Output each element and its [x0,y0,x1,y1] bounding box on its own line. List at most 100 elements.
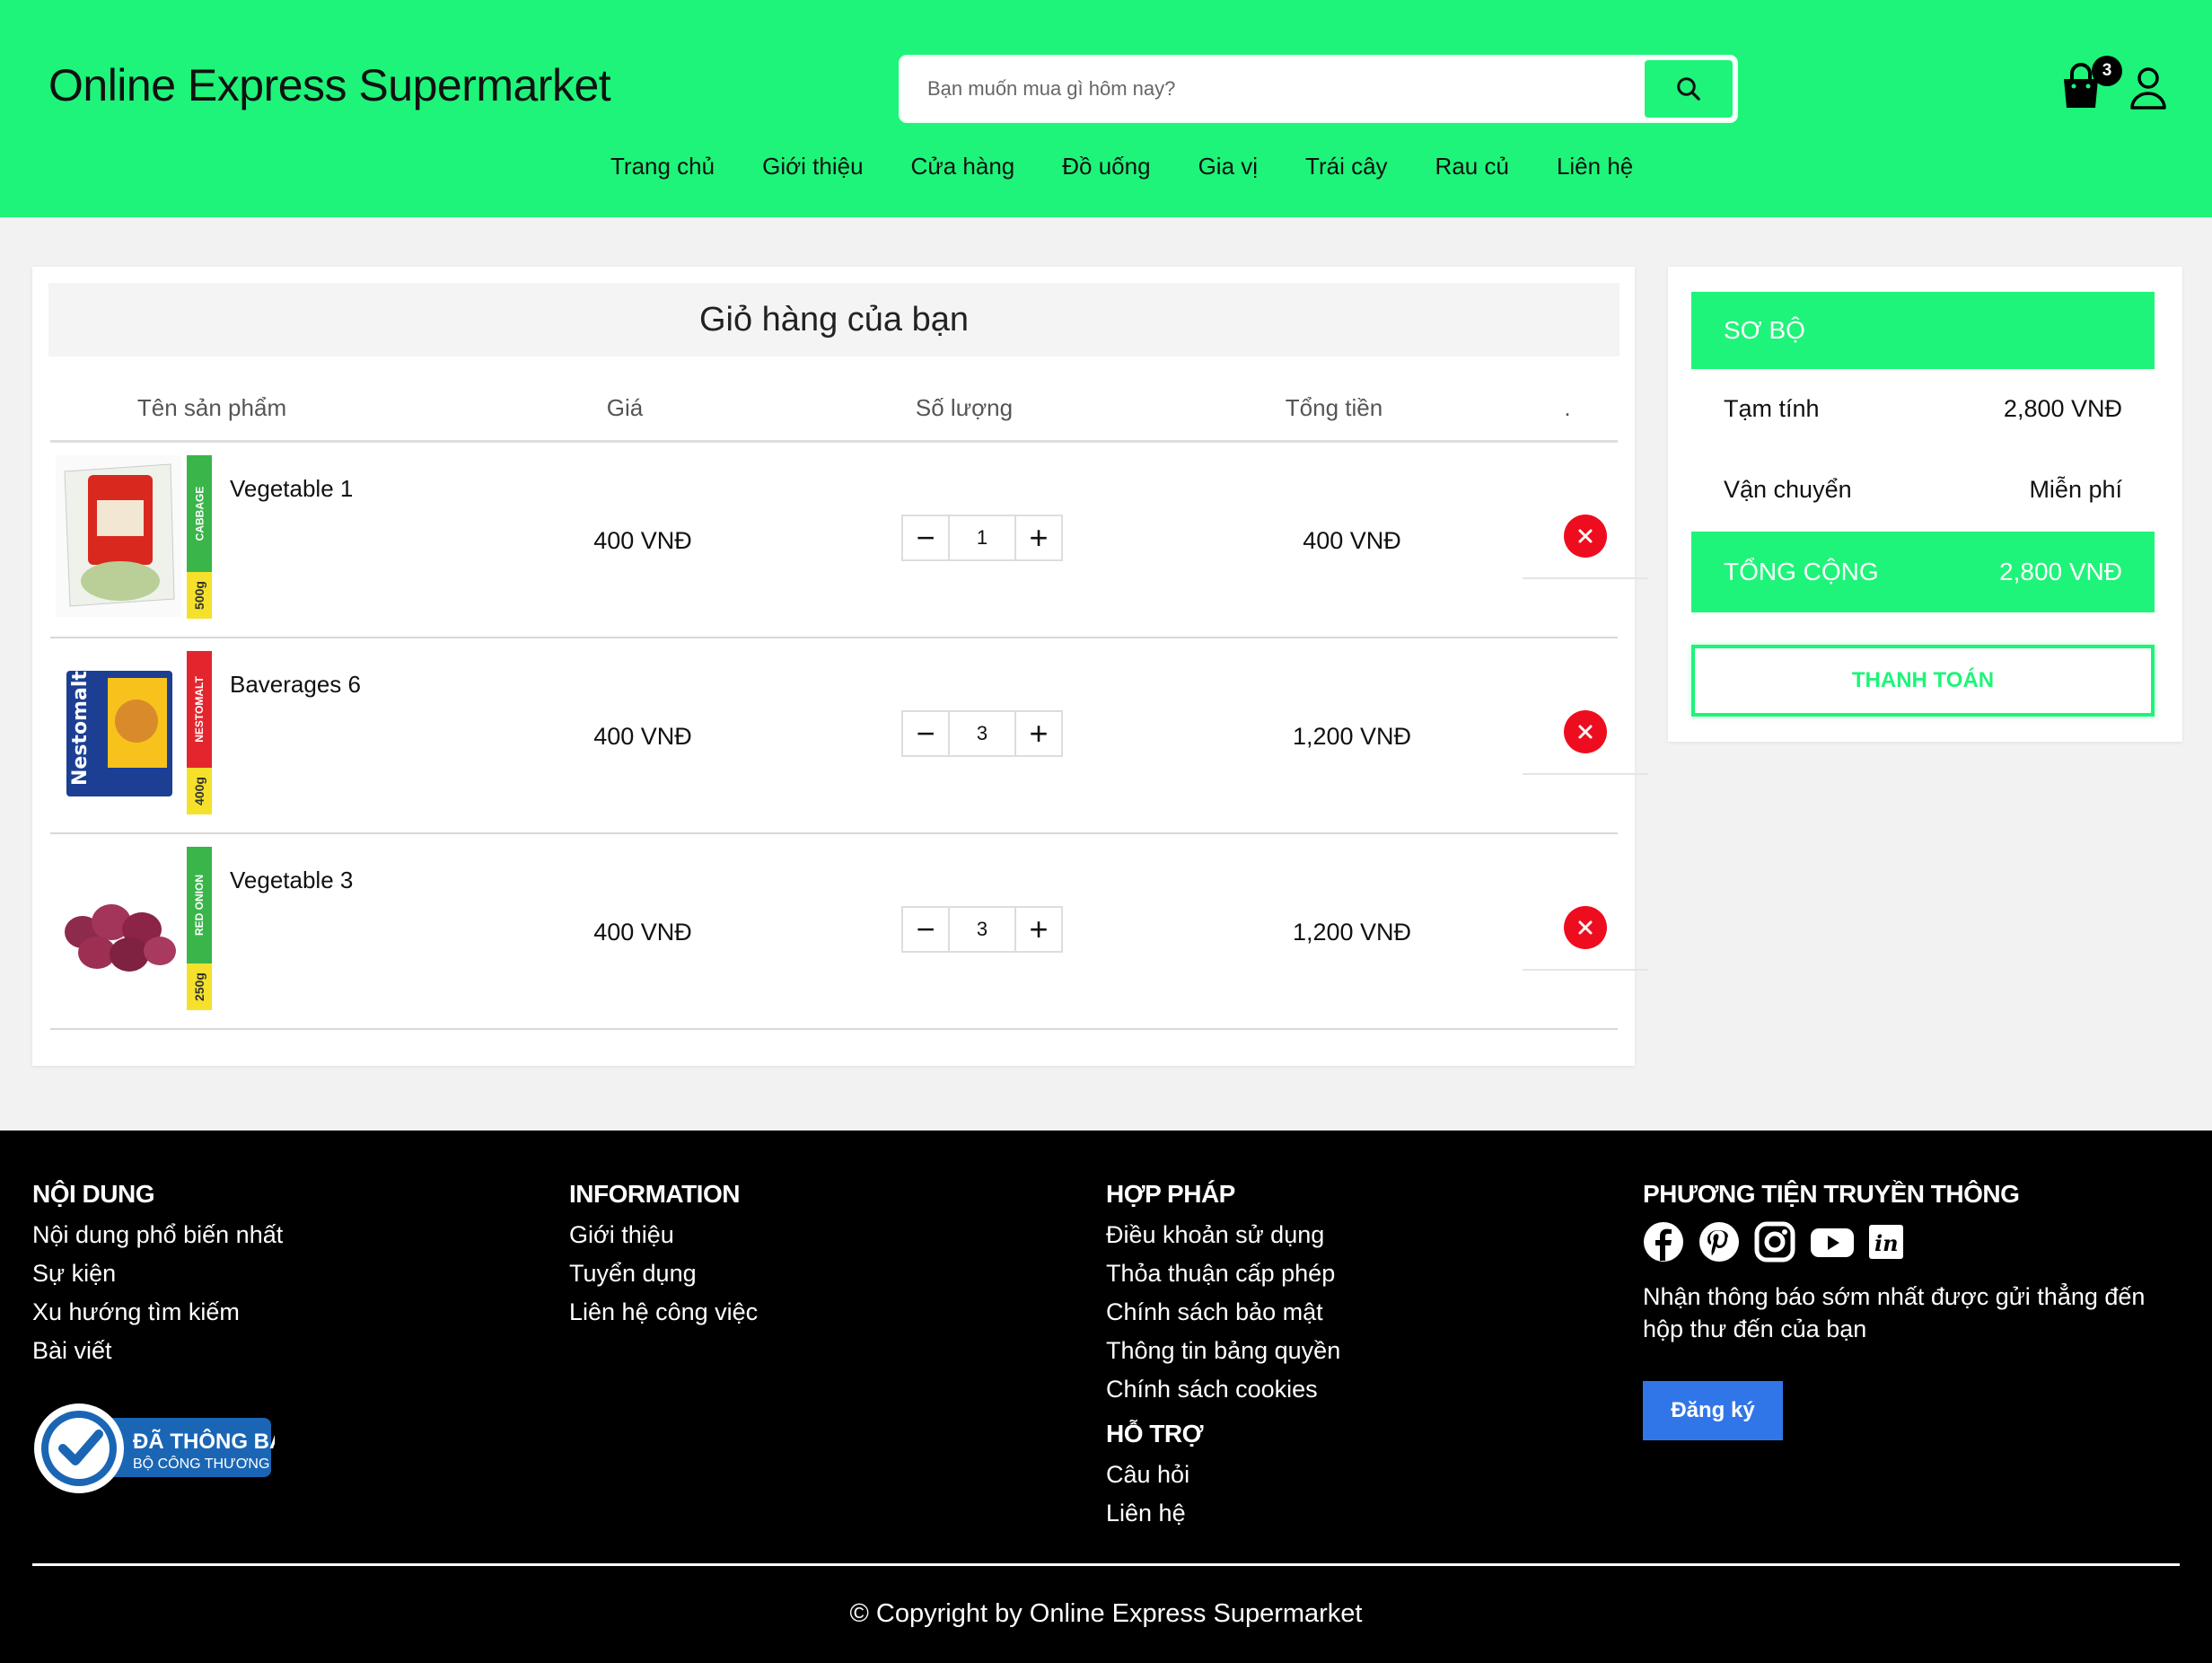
main-nav: Trang chủ Giới thiệu Cửa hàng Đồ uống Gi… [610,153,1681,180]
footer-link[interactable]: Sự kiện [32,1254,283,1293]
quantity-stepper: − 1 + [901,515,1063,561]
newsletter-note: Nhận thông báo sớm nhất được gửi thẳng đ… [1643,1283,2146,1342]
footer-link[interactable]: Xu hướng tìm kiếm [32,1293,283,1332]
decrease-button[interactable]: − [903,712,948,755]
product-price: 400 VNĐ [593,919,692,946]
quantity-value[interactable]: 3 [948,712,1016,755]
shipping-row: Vận chuyển Miễn phí [1691,462,2155,516]
increase-button[interactable]: + [1016,908,1061,951]
cart-panel: Giỏ hàng của bạn Tên sản phẩm Giá Số lượ… [32,267,1648,1066]
footer-divider [32,1563,2180,1566]
nav-fruits[interactable]: Trái cây [1305,153,1388,180]
remove-button[interactable] [1564,515,1607,558]
subtotal-row: Tạm tính 2,800 VNĐ [1691,382,2155,436]
checkout-button[interactable]: THANH TOÁN [1691,645,2155,717]
total-label: TỔNG CỘNG [1724,558,1879,585]
decrease-button[interactable]: − [903,516,948,559]
cart-title-bar: Giỏ hàng của bạn [48,283,1620,356]
badge-line1: ĐÃ THÔNG BÁO [133,1429,275,1454]
footer-link[interactable]: Bài viết [32,1332,283,1370]
product-tag: RED ONION 250g [187,847,212,1010]
product-price: 400 VNĐ [593,527,692,554]
search-input[interactable] [927,60,1619,118]
product-weight: 400g [192,777,207,805]
footer-link[interactable]: Liên hệ [1106,1494,1340,1533]
nav-about[interactable]: Giới thiệu [762,153,863,180]
quantity-value[interactable]: 1 [948,516,1016,559]
facebook-icon[interactable] [1643,1221,1684,1263]
nav-contact[interactable]: Liên hệ [1557,153,1633,180]
footer-col-information: INFORMATION Giới thiệu Tuyển dụng Liên h… [569,1180,758,1332]
line-total: 1,200 VNĐ [1292,723,1412,750]
product-tag-label: RED ONION [193,874,206,937]
close-icon [1578,725,1593,739]
product-tag-label: CABBAGE [193,486,206,541]
search-bar [900,57,1736,121]
social-links: in [1643,1221,2172,1263]
site-footer: NỘI DUNG Nội dung phổ biến nhất Sự kiện … [0,1131,2212,1663]
footer-col-content: NỘI DUNG Nội dung phổ biến nhất Sự kiện … [32,1180,283,1370]
product-name[interactable]: Vegetable 1 [230,475,353,503]
quantity-value[interactable]: 3 [948,908,1016,951]
footer-link[interactable]: Điều khoản sử dụng [1106,1216,1340,1254]
footer-link[interactable]: Chính sách bảo mật [1106,1293,1340,1332]
col-header-product: Tên sản phẩm [136,394,287,421]
footer-link[interactable]: Nội dung phổ biến nhất [32,1216,283,1254]
footer-link[interactable]: Giới thiệu [569,1216,758,1254]
nav-vegetables[interactable]: Rau củ [1435,153,1509,180]
search-button[interactable] [1645,60,1733,118]
cart-title: Giỏ hàng của bạn [698,300,969,339]
footer-link[interactable]: Câu hỏi [1106,1456,1340,1494]
svg-text:Nestomalt: Nestomalt [69,671,92,786]
cart-row: Nestomalt NESTOMALT 400g Baverages 6 400… [50,638,1648,834]
shipping-value: Miễn phí [2029,475,2122,503]
increase-button[interactable]: + [1016,712,1061,755]
footer-link[interactable]: Chính sách cookies [1106,1370,1340,1409]
brand-logo[interactable]: Online Express Supermarket [48,59,611,111]
remove-button[interactable] [1564,710,1607,753]
footer-heading: HỖ TRỢ [1106,1420,1204,1447]
product-tag: CABBAGE 500g [187,455,212,619]
close-icon [1578,920,1593,935]
product-tag-label: NESTOMALT [193,676,206,743]
subscribe-button[interactable]: Đăng ký [1643,1381,1783,1440]
product-image[interactable] [56,847,181,1008]
close-icon [1578,529,1593,543]
line-total: 400 VNĐ [1303,527,1401,554]
total-value: 2,800 VNĐ [1999,558,2122,585]
cart-row: RED ONION 250g Vegetable 3 400 VNĐ − 3 +… [50,834,1648,1030]
pinterest-icon[interactable] [1698,1221,1740,1263]
youtube-icon[interactable] [1810,1221,1854,1263]
footer-heading: NỘI DUNG [32,1180,155,1208]
col-header-price: Giá [606,394,644,421]
svg-text:in: in [1874,1230,1899,1256]
increase-button[interactable]: + [1016,516,1061,559]
nav-spices[interactable]: Gia vị [1198,153,1258,180]
footer-heading: PHƯƠNG TIỆN TRUYỀN THÔNG [1643,1180,2020,1208]
product-image[interactable] [56,455,181,617]
footer-link[interactable]: Thỏa thuận cấp phép [1106,1254,1340,1293]
remove-button[interactable] [1564,906,1607,949]
footer-link[interactable]: Tuyển dụng [569,1254,758,1293]
product-weight: 500g [192,581,207,610]
linkedin-icon[interactable]: in [1865,1221,1907,1263]
nav-drinks[interactable]: Đồ uống [1062,153,1150,180]
remove-divider [1523,773,1648,775]
product-price: 400 VNĐ [593,723,692,750]
footer-link[interactable]: Thông tin bảng quyền [1106,1332,1340,1370]
bo-cong-thuong-badge[interactable]: ĐÃ THÔNG BÁO BỘ CÔNG THƯƠNG [32,1402,275,1495]
decrease-button[interactable]: − [903,908,948,951]
badge-line2: BỘ CÔNG THƯƠNG [133,1455,269,1472]
footer-col-legal: HỢP PHÁP Điều khoản sử dụng Thỏa thuận c… [1106,1180,1340,1533]
user-icon[interactable] [2129,66,2167,110]
product-name[interactable]: Baverages 6 [230,671,361,699]
line-total: 1,200 VNĐ [1292,919,1412,946]
footer-link[interactable]: Liên hệ công việc [569,1293,758,1332]
product-name[interactable]: Vegetable 3 [230,867,353,894]
product-image[interactable]: Nestomalt [56,651,181,813]
nav-home[interactable]: Trang chủ [610,153,715,180]
remove-divider [1523,969,1648,971]
instagram-icon[interactable] [1754,1221,1795,1263]
nav-store[interactable]: Cửa hàng [911,153,1015,180]
footer-heading: INFORMATION [569,1180,740,1208]
